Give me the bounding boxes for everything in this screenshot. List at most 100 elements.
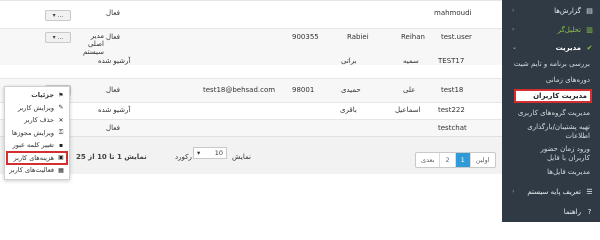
username-cell: testchat bbox=[438, 124, 467, 132]
caret-down-icon: ▾ bbox=[52, 12, 56, 19]
menu-item-label: جزئیات bbox=[31, 91, 54, 100]
first-name-cell: Reihan bbox=[401, 33, 425, 41]
menu-item-label: ویرایش مجوزها bbox=[11, 128, 54, 137]
key-icon: ⚿ bbox=[58, 128, 64, 136]
row-actions-button[interactable]: ▾ ... bbox=[45, 32, 71, 43]
row-actions-button[interactable]: ▾ ... bbox=[45, 10, 71, 21]
sidebar-subitem-files[interactable]: مدیریت فایل‌ها bbox=[506, 168, 590, 176]
sidebar-item-help[interactable]: ? راهنما bbox=[506, 207, 594, 216]
last-name-cell: براتی bbox=[341, 57, 357, 65]
row-actions-label: ... bbox=[57, 34, 64, 41]
status-cell: فعال bbox=[106, 9, 120, 17]
gear-icon: ✔ bbox=[586, 43, 593, 52]
users-table-area: mahmoudi فعال ▾ ... test.user Reihan Rab… bbox=[0, 0, 502, 222]
sidebar-subitem-label: تهیه پشتیبان/بارگذاری اطلاعات bbox=[527, 123, 590, 140]
email-cell: test18@behsad.com bbox=[203, 86, 276, 94]
status-cell: فعال bbox=[106, 86, 120, 94]
sidebar-subitem-user-groups[interactable]: مدیریت گروه‌های کاربری bbox=[506, 109, 590, 117]
sidebar-item-management[interactable]: ✔ مدیریت ⌄ bbox=[506, 43, 594, 52]
sidebar-item-label: مدیریت bbox=[555, 43, 581, 52]
menu-item-user-expenses[interactable]: ▣ هزینه‌های کاربر bbox=[6, 150, 68, 165]
status-cell: آرشیو شده bbox=[98, 57, 131, 65]
menu-item-label: تغییر کلمه عبور bbox=[12, 141, 54, 150]
file-icon: ▤ bbox=[586, 6, 593, 15]
chevron-left-icon: ‹ bbox=[512, 188, 515, 195]
menu-item-change-password[interactable]: ▪ تغییر کلمه عبور bbox=[5, 139, 69, 152]
chevron-left-icon: ‹ bbox=[512, 7, 515, 14]
page-2-button[interactable]: 2 bbox=[439, 153, 454, 167]
table-row: TEST17 سمیه براتی آرشیو شده bbox=[0, 57, 502, 78]
chart-icon: ▥ bbox=[586, 25, 593, 34]
sidebar-item-label: راهنما bbox=[563, 207, 581, 216]
sidebar-subitem-time-periods[interactable]: دوره‌های زمانی bbox=[506, 76, 590, 84]
username-cell: test222 bbox=[438, 106, 465, 114]
chevron-down-icon: ⌄ bbox=[512, 44, 518, 51]
username-cell: mahmoudi bbox=[434, 9, 472, 17]
table-row: test18 علی حمیدی 98001 test18@behsad.com… bbox=[0, 78, 502, 102]
show-label: نمایش bbox=[232, 153, 252, 161]
row-actions-menu: ⚑ جزئیات ✎ ویرایش کاربر ✕ حذف کاربر ⚿ وی… bbox=[4, 86, 70, 180]
table-row: mahmoudi فعال ▾ ... bbox=[0, 0, 502, 28]
sidebar-item-label: تعریف پایه سیستم bbox=[527, 187, 581, 196]
per-page-select[interactable]: 10 ▾ bbox=[193, 147, 227, 159]
edit-icon: ✎ bbox=[58, 104, 64, 112]
sidebar: ▤ گزارش‌ها ‹ ▥ تحلیل‌گر ‹ ✔ مدیریت ⌄ برر… bbox=[502, 0, 600, 222]
pagination: اولین 1 2 بعدی bbox=[415, 152, 496, 168]
menu-item-label: فعالیت‌های کاربر bbox=[9, 166, 54, 175]
money-icon: ▣ bbox=[58, 154, 64, 162]
chevron-left-icon: ‹ bbox=[512, 26, 515, 33]
status-cell: فعال bbox=[106, 124, 120, 132]
username-cell: test18 bbox=[441, 86, 464, 94]
table-footer: نمایش 1 تا 10 از 25 نمایش رکورد اولین 1 … bbox=[0, 136, 502, 174]
page-next-button[interactable]: بعدی bbox=[416, 153, 439, 167]
sidebar-subitem-backup[interactable]: تهیه پشتیبان/بارگذاری اطلاعات bbox=[506, 123, 590, 141]
last-name-cell: حمیدی bbox=[341, 86, 361, 94]
page-first-button[interactable]: اولین bbox=[469, 153, 495, 167]
sidebar-subitem-label: ورود زمان حضور کاربران با فایل bbox=[540, 145, 590, 162]
flag-icon: ⚑ bbox=[58, 91, 64, 99]
menu-item-label: هزینه‌های کاربر bbox=[13, 153, 54, 162]
username-cell: test.user bbox=[441, 33, 472, 41]
last-name-cell: Rabiei bbox=[347, 33, 369, 41]
menu-item-label: حذف کاربر bbox=[24, 116, 54, 125]
sidebar-subitem-import-attendance[interactable]: ورود زمان حضور کاربران با فایل bbox=[506, 145, 590, 163]
sidebar-item-analyzer[interactable]: ▥ تحلیل‌گر ‹ bbox=[506, 25, 594, 34]
code-cell: 98001 bbox=[292, 86, 315, 94]
chevron-down-icon: ▾ bbox=[197, 149, 201, 157]
status-cell: آرشیو شده bbox=[98, 106, 131, 114]
lock-icon: ▪ bbox=[58, 141, 64, 149]
grid-icon: ▦ bbox=[58, 166, 64, 174]
row-actions-label: ... bbox=[57, 12, 64, 19]
menu-item-delete-user[interactable]: ✕ حذف کاربر bbox=[5, 114, 69, 127]
settings-icon: ☰ bbox=[586, 187, 593, 196]
last-name-cell: باقری bbox=[340, 106, 357, 114]
first-name-cell: علی bbox=[403, 86, 416, 94]
sidebar-item-reports[interactable]: ▤ گزارش‌ها ‹ bbox=[506, 6, 594, 15]
sidebar-subitem-timesheet-review[interactable]: بررسی برنامه و تایم شیت bbox=[506, 60, 590, 68]
sidebar-item-base-settings[interactable]: ☰ تعریف پایه سیستم ‹ bbox=[506, 187, 594, 196]
records-label: رکورد bbox=[175, 153, 192, 161]
status-cell: فعال bbox=[106, 33, 120, 41]
records-summary: نمایش 1 تا 10 از 25 bbox=[76, 153, 147, 161]
table-row: test.user Reihan Rabiei 900355 فعال مدیر… bbox=[0, 28, 502, 65]
per-page-value: 10 bbox=[214, 149, 223, 157]
menu-item-label: ویرایش کاربر bbox=[17, 103, 54, 112]
sidebar-item-label: تحلیل‌گر bbox=[557, 25, 581, 34]
help-icon: ? bbox=[587, 207, 592, 216]
sidebar-item-label: گزارش‌ها bbox=[554, 6, 581, 15]
first-name-cell: اسماعیل bbox=[395, 106, 421, 114]
code-cell: 900355 bbox=[292, 33, 319, 41]
table-row: testchat فعال bbox=[0, 119, 502, 136]
role-cell: مدیر اصلی سیستم bbox=[83, 32, 104, 56]
username-cell: TEST17 bbox=[438, 57, 465, 65]
page-1-button[interactable]: 1 bbox=[454, 153, 470, 167]
menu-item-details[interactable]: ⚑ جزئیات bbox=[5, 89, 69, 102]
table-row: test222 اسماعیل باقری آرشیو شده bbox=[0, 102, 502, 119]
x-icon: ✕ bbox=[58, 116, 64, 124]
menu-item-user-activities[interactable]: ▦ فعالیت‌های کاربر bbox=[5, 164, 69, 177]
menu-item-edit-user[interactable]: ✎ ویرایش کاربر bbox=[5, 102, 69, 115]
sidebar-subitem-user-management[interactable]: مدیریت کاربران bbox=[514, 89, 592, 103]
menu-item-edit-permissions[interactable]: ⚿ ویرایش مجوزها bbox=[5, 127, 69, 140]
caret-down-icon: ▾ bbox=[52, 34, 56, 41]
first-name-cell: سمیه bbox=[403, 57, 419, 65]
